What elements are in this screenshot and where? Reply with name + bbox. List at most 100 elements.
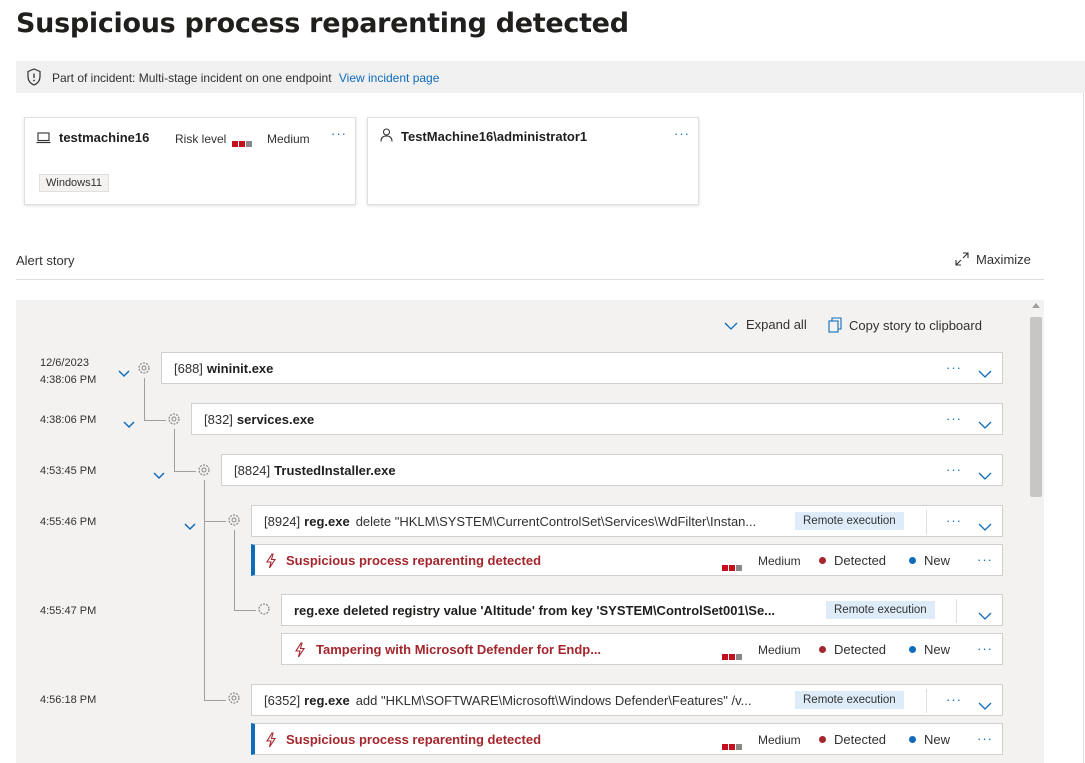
chevron-down-icon[interactable] bbox=[123, 416, 135, 434]
status-detected: Detected bbox=[819, 553, 886, 568]
process-id: [688] bbox=[174, 361, 203, 376]
more-button[interactable]: ··· bbox=[977, 731, 993, 746]
gear-icon bbox=[136, 360, 152, 381]
alert-row[interactable]: Suspicious process reparenting detected … bbox=[251, 723, 1003, 755]
device-card[interactable]: testmachine16 Risk level Medium ··· Wind… bbox=[24, 117, 356, 205]
status-label: Detected bbox=[834, 732, 887, 747]
gear-icon bbox=[226, 512, 242, 533]
divider bbox=[16, 279, 1044, 280]
chevron-down-icon[interactable] bbox=[978, 416, 992, 434]
chevron-down-icon[interactable] bbox=[978, 607, 992, 625]
gear-icon bbox=[226, 690, 242, 711]
more-button[interactable]: ··· bbox=[946, 360, 962, 375]
chevron-down-icon[interactable] bbox=[118, 365, 130, 383]
more-button[interactable]: ··· bbox=[946, 462, 962, 477]
chevron-down-icon bbox=[724, 318, 738, 333]
chevron-down-icon[interactable] bbox=[978, 697, 992, 715]
process-name: reg.exe bbox=[304, 693, 350, 708]
divider bbox=[926, 510, 927, 534]
process-node[interactable]: [6352] reg.exe add "HKLM\SOFTWARE\Microsof… bbox=[251, 684, 1003, 716]
risk-label: Risk level bbox=[175, 132, 227, 146]
gear-icon bbox=[166, 411, 182, 432]
divider bbox=[1083, 93, 1084, 763]
event-time: 4:53:45 PM bbox=[40, 465, 97, 477]
event-time: 4:38:06 PM bbox=[40, 414, 97, 426]
event-date: 12/6/2023 bbox=[40, 357, 89, 369]
view-incident-link[interactable]: View incident page bbox=[339, 71, 440, 85]
process-name: wininit.exe bbox=[206, 361, 274, 376]
tree-connector bbox=[234, 530, 235, 611]
alert-title[interactable]: Suspicious process reparenting detected bbox=[286, 732, 541, 747]
remote-execution-badge: Remote execution bbox=[795, 691, 904, 709]
expand-all-label: Expand all bbox=[746, 317, 807, 332]
maximize-label: Maximize bbox=[976, 251, 1031, 267]
severity-icon bbox=[722, 647, 743, 665]
status-detected: Detected bbox=[819, 732, 886, 747]
alert-row[interactable]: Suspicious process reparenting detected … bbox=[251, 544, 1003, 576]
registry-icon bbox=[256, 601, 272, 622]
status-dot bbox=[819, 646, 826, 654]
state-new: New bbox=[909, 642, 950, 657]
process-name: TrustedInstaller.exe bbox=[274, 463, 396, 478]
divider bbox=[956, 599, 957, 623]
status-dot bbox=[819, 736, 826, 744]
process-id: [8924] bbox=[264, 514, 301, 529]
state-dot bbox=[909, 557, 916, 565]
severity-icon bbox=[722, 737, 743, 755]
process-name: reg.exe bbox=[304, 514, 350, 529]
severity-icon bbox=[722, 558, 743, 576]
tree-connector bbox=[204, 480, 205, 701]
more-button[interactable]: ··· bbox=[946, 513, 962, 528]
event-time: 4:55:47 PM bbox=[40, 605, 97, 617]
maximize-icon bbox=[954, 251, 970, 270]
tree-connector bbox=[204, 521, 226, 522]
incident-banner: Part of incident: Multi-stage incident o… bbox=[16, 61, 1085, 93]
maximize-button[interactable]: Maximize bbox=[954, 251, 1031, 270]
chevron-down-icon[interactable] bbox=[978, 518, 992, 536]
severity-icon bbox=[232, 134, 253, 152]
more-button[interactable]: ··· bbox=[946, 692, 962, 707]
copy-story-button[interactable]: Copy story to clipboard bbox=[827, 317, 982, 336]
scroll-up-icon[interactable] bbox=[1032, 303, 1040, 308]
alert-row[interactable]: Tampering with Microsoft Defender for En… bbox=[281, 633, 1003, 665]
chevron-down-icon[interactable] bbox=[978, 365, 992, 383]
lightning-icon bbox=[265, 553, 277, 574]
state-label: New bbox=[924, 642, 951, 657]
tree-connector bbox=[144, 378, 145, 421]
copy-story-label: Copy story to clipboard bbox=[849, 317, 982, 333]
more-button[interactable]: ··· bbox=[977, 641, 993, 656]
device-name[interactable]: testmachine16 bbox=[59, 130, 149, 145]
process-node[interactable]: [688] wininit.exe ··· bbox=[161, 352, 1003, 384]
alert-title[interactable]: Tampering with Microsoft Defender for En… bbox=[316, 642, 601, 657]
user-card[interactable]: TestMachine16\administrator1 ··· bbox=[367, 117, 699, 205]
state-dot bbox=[909, 736, 916, 744]
gear-icon bbox=[196, 462, 212, 483]
expand-all-button[interactable]: Expand all bbox=[724, 317, 807, 333]
chevron-down-icon[interactable] bbox=[153, 467, 165, 485]
scrollbar-thumb[interactable] bbox=[1030, 317, 1042, 497]
alert-story-title: Alert story bbox=[16, 253, 75, 268]
alert-title[interactable]: Suspicious process reparenting detected bbox=[286, 553, 541, 568]
user-name[interactable]: TestMachine16\administrator1 bbox=[401, 129, 587, 144]
more-button[interactable]: ··· bbox=[977, 552, 993, 567]
device-more-button[interactable]: ··· bbox=[331, 126, 347, 141]
status-label: Detected bbox=[834, 553, 887, 568]
severity-label: Medium bbox=[758, 733, 801, 747]
process-node[interactable]: [8824] TrustedInstaller.exe ··· bbox=[221, 454, 1003, 486]
event-node[interactable]: reg.exe deleted registry value 'Altitude… bbox=[281, 594, 1003, 626]
user-more-button[interactable]: ··· bbox=[674, 126, 690, 141]
chevron-down-icon[interactable] bbox=[978, 467, 992, 485]
process-node[interactable]: [8924] reg.exe delete "HKLM\SYSTEM\Current… bbox=[251, 505, 1003, 537]
state-label: New bbox=[924, 732, 951, 747]
process-node[interactable]: [832] services.exe ··· bbox=[191, 403, 1003, 435]
tree-connector bbox=[144, 420, 166, 421]
event-description: reg.exe deleted registry value 'Altitude… bbox=[294, 603, 776, 618]
laptop-icon bbox=[36, 131, 51, 149]
remote-execution-badge: Remote execution bbox=[795, 512, 904, 530]
chevron-down-icon[interactable] bbox=[184, 518, 196, 536]
copy-icon bbox=[827, 317, 843, 336]
state-new: New bbox=[909, 732, 950, 747]
state-dot bbox=[909, 646, 916, 654]
remote-execution-badge: Remote execution bbox=[826, 601, 935, 619]
more-button[interactable]: ··· bbox=[946, 411, 962, 426]
